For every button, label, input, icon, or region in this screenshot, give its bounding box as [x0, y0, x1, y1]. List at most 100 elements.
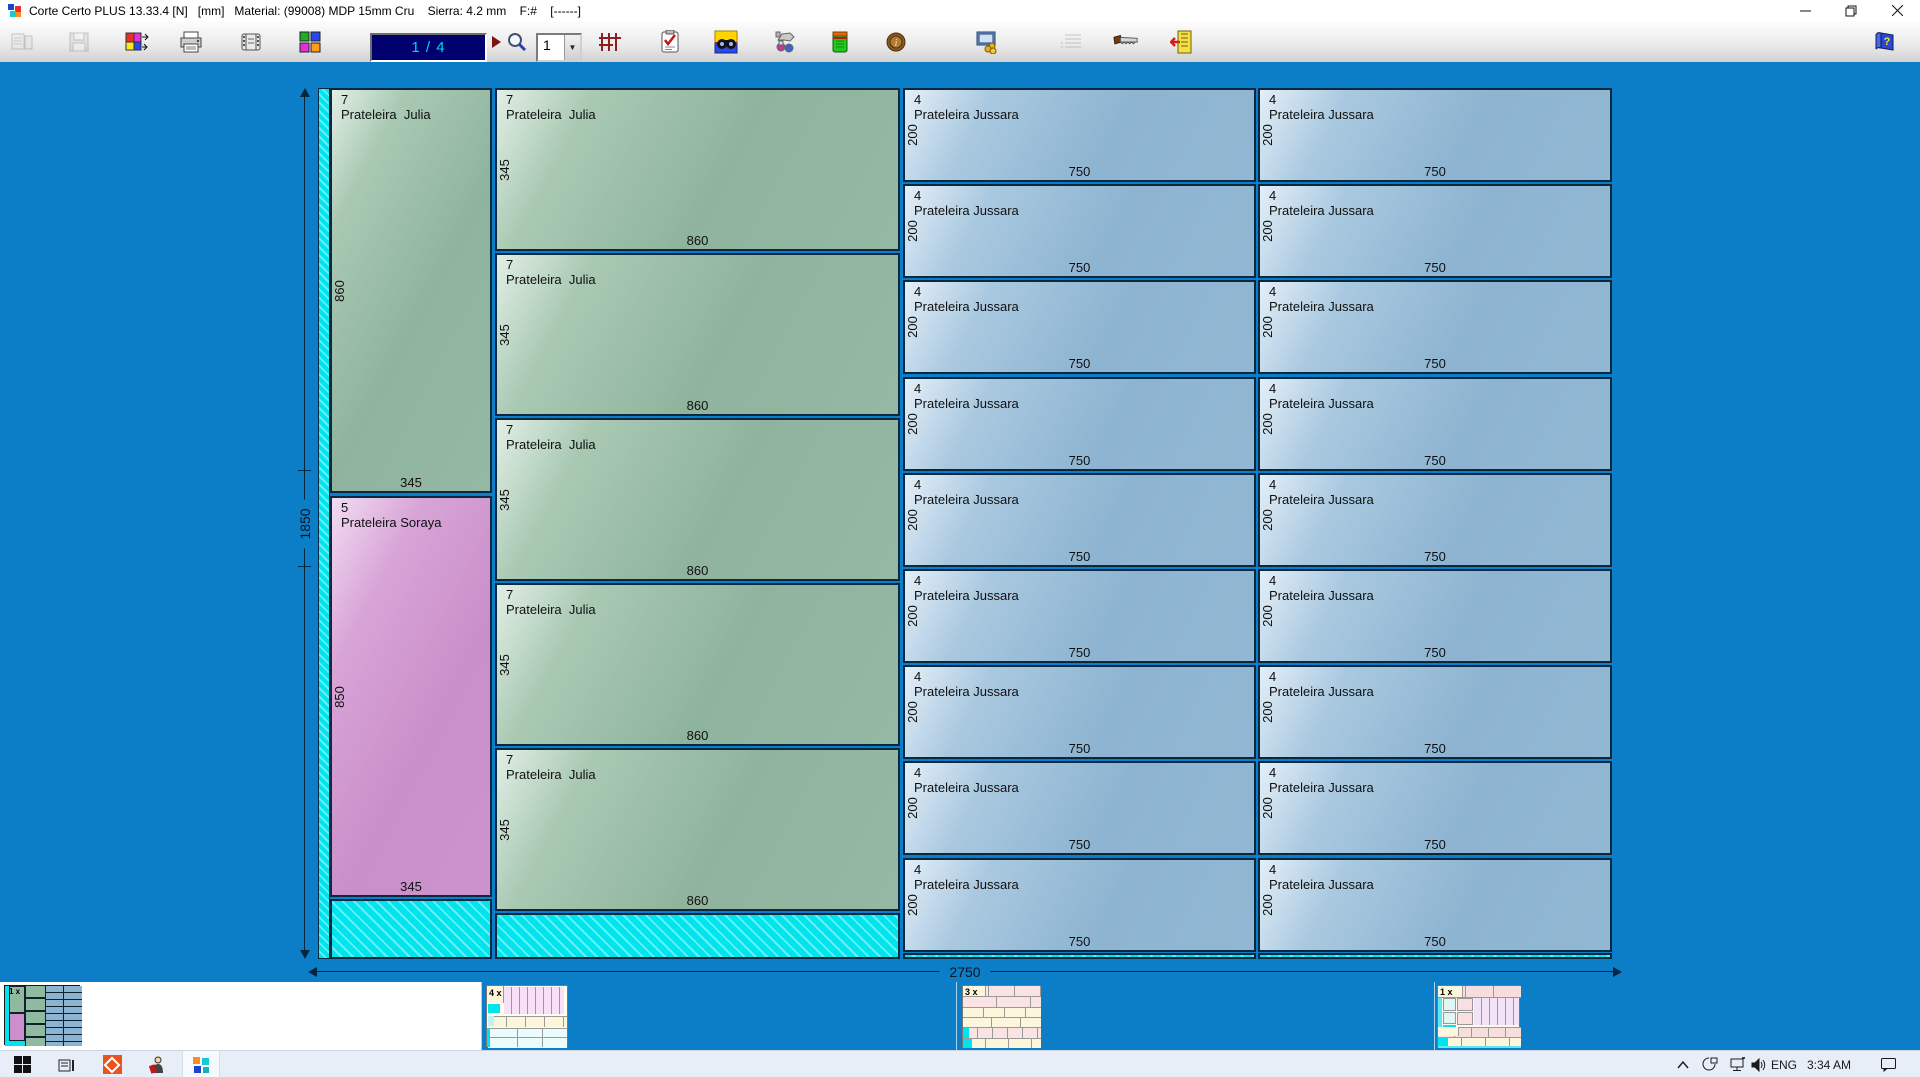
piece-pname: Prateleira Jussara	[914, 877, 1019, 892]
piece-pname: Prateleira Julia	[341, 107, 431, 122]
cut-piece[interactable]: 7 Prateleira Julia 345 860	[495, 253, 900, 416]
cut-piece[interactable]: 4 Prateleira Jussara 200 750	[903, 858, 1256, 952]
piece-pside: 200	[1260, 316, 1275, 338]
piece-pside: 200	[1260, 894, 1275, 916]
piece-pbot: 750	[1068, 260, 1091, 275]
taskbar-cortecerto-icon[interactable]	[182, 1051, 220, 1077]
piece-pbot: 860	[686, 563, 709, 578]
cut-piece[interactable]: 7 Prateleira Julia 345 860	[495, 748, 900, 911]
close-button[interactable]	[1874, 0, 1920, 21]
cut-piece[interactable]: 4 Prateleira Jussara 200 750	[1258, 569, 1612, 663]
piece-pname: Prateleira Soraya	[341, 515, 442, 530]
piece-pbot: 750	[1424, 549, 1446, 564]
cut-piece[interactable]: 4 Prateleira Jussara 200 750	[903, 280, 1256, 374]
checklist-button[interactable]	[657, 29, 683, 55]
page-thumbnail-4[interactable]: 1 x	[1437, 985, 1521, 1048]
piece-pside: 200	[905, 413, 920, 435]
cut-piece[interactable]: 4 Prateleira Jussara 200 750	[903, 761, 1256, 855]
stock-button[interactable]	[827, 29, 853, 55]
piece-pside: 850	[332, 685, 347, 708]
cutting-diagram-canvas[interactable]: 1850 2750 7 Prateleira Julia 860 345 5 Pratel…	[0, 62, 1920, 982]
taskbar-app-figure-icon[interactable]	[142, 1051, 170, 1077]
piece-pname: Prateleira Jussara	[1269, 877, 1374, 892]
piece-pside: 200	[905, 797, 920, 819]
page-thumbnail-2[interactable]: 4 x	[486, 985, 568, 1048]
cut-piece[interactable]: 7 Prateleira Julia 860 345	[330, 88, 492, 493]
costs-button[interactable]	[975, 29, 1001, 55]
chevron-down-icon[interactable]: ▼	[564, 35, 580, 60]
app-window: Corte Certo PLUS 13.33.4 [N] [mm] Materi…	[0, 0, 1920, 1077]
start-button[interactable]	[8, 1051, 36, 1077]
print-button[interactable]	[178, 29, 204, 55]
page-thumbnail-1[interactable]: 1 x	[4, 985, 82, 1046]
cut-piece[interactable]: 4 Prateleira Jussara 200 750	[1258, 184, 1612, 278]
cut-piece[interactable]: 7 Prateleira Julia 345 860	[495, 583, 900, 746]
grid-button[interactable]	[597, 29, 623, 55]
piece-pside: 200	[1260, 220, 1275, 242]
piece-pbot: 750	[1068, 934, 1091, 949]
cut-piece[interactable]: 4 Prateleira Jussara 200 750	[1258, 761, 1612, 855]
piece-pid: 4	[914, 92, 922, 107]
piece-pid: 7	[506, 92, 514, 107]
mosaic-button[interactable]	[297, 29, 323, 55]
piece-pside: 200	[1260, 701, 1275, 723]
restore-button[interactable]	[1828, 0, 1874, 21]
piece-pname: Prateleira Jussara	[1269, 780, 1374, 795]
cut-piece[interactable]: 7 Prateleira Julia 345 860	[495, 418, 900, 581]
info-coin-button[interactable]: i	[883, 29, 909, 55]
search-binoculars-button[interactable]	[713, 29, 739, 55]
cut-piece[interactable]: 4 Prateleira Jussara 200 750	[903, 377, 1256, 471]
minimize-button[interactable]	[1782, 0, 1828, 21]
cut-piece[interactable]: 4 Prateleira Jussara 200 750	[903, 184, 1256, 278]
piece-pname: Prateleira Julia	[506, 437, 596, 452]
cut-piece[interactable]: 4 Prateleira Jussara 200 750	[903, 665, 1256, 759]
cut-piece[interactable]: 4 Prateleira Jussara 200 750	[903, 569, 1256, 663]
help-book-icon[interactable]: ?	[1872, 29, 1898, 55]
preview-strip-button[interactable]	[239, 29, 265, 55]
piece-pname: Prateleira Jussara	[1269, 396, 1374, 411]
task-view-icon[interactable]	[53, 1051, 81, 1077]
piece-pbot: 750	[1424, 453, 1446, 468]
machining-button[interactable]	[772, 29, 798, 55]
piece-pname: Prateleira Jussara	[914, 588, 1019, 603]
piece-pid: 4	[914, 188, 922, 203]
piece-pname: Prateleira Jussara	[1269, 492, 1374, 507]
piece-pname: Prateleira Jussara	[1269, 299, 1374, 314]
cut-piece[interactable]: 4 Prateleira Jussara 200 750	[903, 473, 1256, 567]
exit-door-button[interactable]	[1168, 29, 1194, 55]
app-icon	[8, 3, 22, 18]
tray-meet-now-icon[interactable]	[1696, 1051, 1722, 1077]
tray-language[interactable]: ENG	[1768, 1051, 1800, 1077]
piece-pside: 200	[1260, 605, 1275, 627]
piece-pname: Prateleira Jussara	[914, 492, 1019, 507]
cut-piece[interactable]: 4 Prateleira Jussara 200 750	[1258, 858, 1612, 952]
panel-arrange-button[interactable]	[124, 29, 150, 55]
cut-piece[interactable]: 4 Prateleira Jussara 200 750	[1258, 377, 1612, 471]
svg-text:?: ?	[1884, 36, 1891, 48]
cut-piece[interactable]: 4 Prateleira Jussara 200 750	[1258, 473, 1612, 567]
zoom-icon[interactable]	[504, 29, 530, 55]
piece-pname: Prateleira Jussara	[914, 396, 1019, 411]
cut-piece[interactable]: 5 Prateleira Soraya 850 345	[330, 496, 492, 897]
piece-pname: Prateleira Jussara	[914, 203, 1019, 218]
action-center-icon[interactable]	[1872, 1051, 1904, 1077]
piece-pid: 4	[914, 381, 922, 396]
piece-pid: 4	[1269, 284, 1277, 299]
cut-piece[interactable]: 4 Prateleira Jussara 200 750	[1258, 280, 1612, 374]
piece-pside: 200	[1260, 413, 1275, 435]
tray-chevron-up-icon[interactable]	[1670, 1051, 1696, 1077]
piece-pname: Prateleira Jussara	[914, 780, 1019, 795]
cut-piece[interactable]: 7 Prateleira Julia 345 860	[495, 88, 900, 251]
piece-pside: 345	[497, 323, 512, 346]
cut-piece[interactable]: 4 Prateleira Jussara 200 750	[903, 88, 1256, 182]
cut-piece[interactable]: 4 Prateleira Jussara 200 750	[1258, 665, 1612, 759]
cut-piece[interactable]: 4 Prateleira Jussara 200 750	[1258, 88, 1612, 182]
taskbar-app-orange-icon[interactable]	[98, 1051, 126, 1077]
piece-pbot: 750	[1424, 741, 1446, 756]
piece-pside: 200	[905, 605, 920, 627]
tray-clock[interactable]: 3:34 AM	[1800, 1051, 1858, 1077]
page-thumbnail-3[interactable]: 3 x	[962, 985, 1041, 1048]
piece-pbot: 860	[686, 398, 709, 413]
saw-button[interactable]	[1113, 29, 1139, 55]
zoom-level-select[interactable]: 1 ▼	[536, 33, 582, 62]
